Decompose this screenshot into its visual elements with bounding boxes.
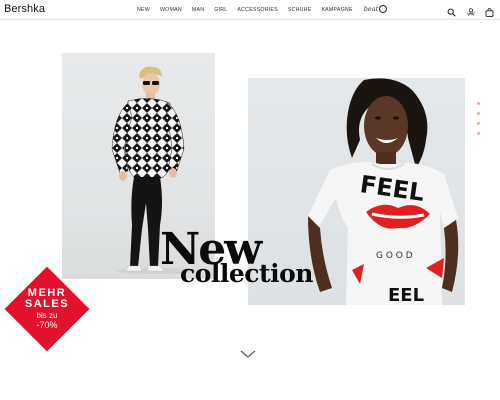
brand-ring-icon — [379, 5, 388, 13]
user-login-button[interactable]: Login — [465, 3, 477, 16]
beat-brand-label: beat — [363, 5, 379, 13]
main-nav: NEW WOMAN MAN GIRL ACCESSORIES SCHUHE KA… — [132, 5, 393, 13]
tshirt-good-text: G O O D — [376, 251, 413, 261]
side-dot[interactable] — [477, 102, 480, 105]
nav-item-woman[interactable]: WOMAN — [155, 7, 187, 13]
login-label: Login — [466, 11, 476, 15]
sales-text: MEHR SALES bis zu -70% — [5, 267, 89, 351]
site-header: Bershka NEW WOMAN MAN GIRL ACCESSORIES S… — [0, 0, 500, 20]
page: Bershka NEW WOMAN MAN GIRL ACCESSORIES S… — [0, 0, 500, 400]
sales-line-bis-zu: bis zu — [36, 311, 58, 320]
bershka-logo[interactable]: Bershka — [4, 3, 45, 15]
nav-item-beat[interactable]: beat — [358, 5, 393, 13]
nav-item-schuhe[interactable]: SCHUHE — [283, 7, 317, 13]
side-dot[interactable] — [477, 112, 480, 115]
nav-item-man[interactable]: MAN — [187, 7, 209, 13]
chevron-down-icon[interactable] — [240, 346, 256, 358]
shopping-bag-icon[interactable] — [485, 4, 494, 17]
collection-heading: collection — [180, 259, 313, 288]
sales-line-sales: SALES — [24, 298, 70, 310]
sales-badge[interactable]: MEHR SALES bis zu -70% — [4, 266, 90, 352]
nav-item-kampagne[interactable]: KAMPAGNE — [316, 7, 357, 13]
side-dot[interactable] — [477, 122, 480, 125]
sales-line-discount: -70% — [36, 320, 58, 330]
side-pagination-dots — [476, 100, 482, 140]
search-icon[interactable] — [447, 4, 456, 17]
nav-item-new[interactable]: NEW — [132, 7, 155, 13]
nav-item-accessories[interactable]: ACCESSORIES — [232, 7, 282, 13]
nav-item-girl[interactable]: GIRL — [209, 7, 232, 13]
svg-text:EEL: EEL — [388, 285, 424, 305]
side-dot[interactable] — [477, 132, 480, 135]
